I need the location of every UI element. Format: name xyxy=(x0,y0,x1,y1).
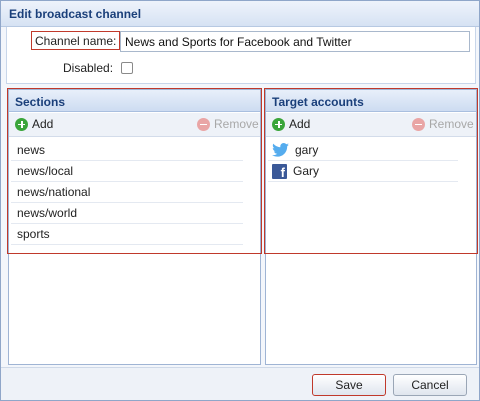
sections-toolbar: Add Remove xyxy=(9,113,260,137)
target-accounts-list: gary f Gary xyxy=(268,140,458,182)
add-icon xyxy=(15,117,28,131)
target-accounts-header: Target accounts xyxy=(266,90,476,112)
target-account-label: gary xyxy=(295,143,319,157)
section-item[interactable]: news xyxy=(11,140,243,161)
sections-remove-label: Remove xyxy=(214,117,259,131)
section-item[interactable]: news/national xyxy=(11,182,243,203)
save-button[interactable]: Save xyxy=(312,374,386,396)
targets-add-button[interactable]: Add xyxy=(272,117,310,131)
target-account-item[interactable]: gary xyxy=(268,140,458,161)
target-accounts-panel: Target accounts Add Remove gary f Gary xyxy=(265,89,477,365)
section-item[interactable]: sports xyxy=(11,224,243,245)
section-item[interactable]: news/local xyxy=(11,161,243,182)
remove-icon xyxy=(412,117,425,131)
sections-list: news news/local news/national news/world… xyxy=(11,140,243,245)
target-account-label: Gary xyxy=(293,164,320,178)
remove-icon xyxy=(197,117,210,131)
channel-name-input[interactable] xyxy=(120,31,470,52)
sections-header: Sections xyxy=(9,90,260,112)
dialog-titlebar[interactable]: Edit broadcast channel xyxy=(1,1,479,27)
targets-remove-button[interactable]: Remove xyxy=(412,117,474,131)
sections-remove-button[interactable]: Remove xyxy=(197,117,259,131)
channel-name-label: Channel name: xyxy=(31,31,121,50)
edit-broadcast-channel-dialog: Edit broadcast channel Channel name: Dis… xyxy=(0,0,480,401)
sections-title: Sections xyxy=(15,95,66,109)
section-item[interactable]: news/world xyxy=(11,203,243,224)
sections-panel: Sections Add Remove news news/local news… xyxy=(8,89,261,365)
targets-add-label: Add xyxy=(289,117,311,131)
dialog-footer: Save Cancel xyxy=(1,367,479,400)
targets-remove-label: Remove xyxy=(429,117,474,131)
target-accounts-title: Target accounts xyxy=(272,95,364,109)
dialog-title: Edit broadcast channel xyxy=(9,7,142,21)
channel-form: Channel name: Disabled: xyxy=(6,27,476,84)
facebook-icon: f xyxy=(272,163,287,180)
target-account-item[interactable]: f Gary xyxy=(268,161,458,182)
disabled-label: Disabled: xyxy=(63,61,114,75)
targets-toolbar: Add Remove xyxy=(266,113,476,137)
cancel-button[interactable]: Cancel xyxy=(393,374,467,396)
disabled-checkbox[interactable] xyxy=(121,62,133,74)
sections-add-button[interactable]: Add xyxy=(15,117,53,131)
twitter-icon xyxy=(272,143,289,157)
add-icon xyxy=(272,117,285,131)
sections-add-label: Add xyxy=(32,117,54,131)
